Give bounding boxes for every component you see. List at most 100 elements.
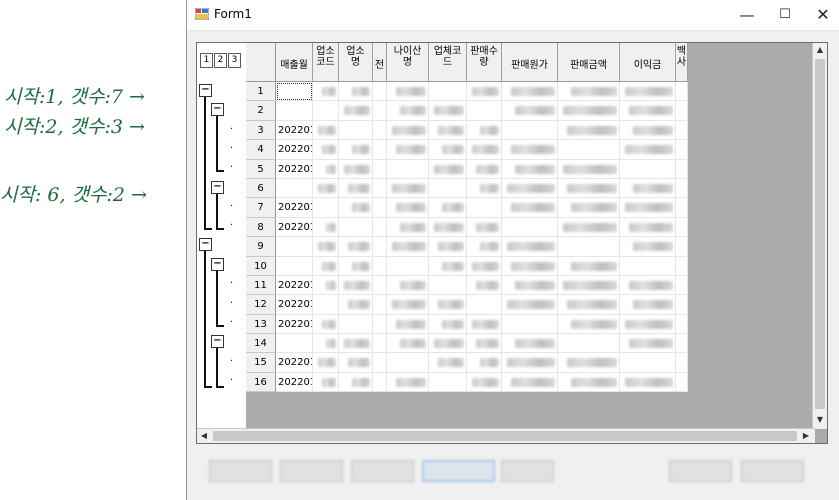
grid-cell[interactable] [558,275,620,296]
row-header[interactable]: 16 [246,372,276,393]
grid-cell[interactable] [313,82,339,102]
month-cell[interactable]: 202201 [276,353,313,373]
grid-cell[interactable] [339,159,373,179]
grid-cell[interactable] [558,237,620,257]
grid-cell[interactable] [313,275,339,296]
grid-cell[interactable] [676,101,688,121]
month-cell[interactable] [276,101,313,121]
grid-cell[interactable] [467,353,502,373]
row-header[interactable]: 4 [246,140,276,160]
grid-cell[interactable] [558,372,620,393]
grid-cell[interactable] [339,372,373,393]
month-cell[interactable]: 202201 [276,275,313,296]
grid-cell[interactable] [558,314,620,335]
grid-cell[interactable] [313,295,339,315]
grid-cell[interactable] [676,120,688,141]
grid-cell[interactable] [676,334,688,354]
grid-cell[interactable] [429,217,467,238]
grid-cell[interactable] [502,140,558,160]
month-cell[interactable] [276,334,313,354]
month-cell[interactable]: 202201 [276,372,313,393]
grid-cell[interactable] [429,82,467,102]
grid-cell[interactable] [387,120,429,141]
grid-cell[interactable] [620,120,676,141]
grid-cell[interactable] [467,217,502,238]
data-grid[interactable]: 1 2 3 − − · · · − · · − − · · · − · · 매출… [196,42,828,444]
column-header[interactable]: 판매수 량 [467,43,502,82]
grid-cell[interactable] [558,178,620,199]
month-cell[interactable]: 202201 [276,314,313,335]
grid-cell[interactable] [339,101,373,121]
scroll-left-icon[interactable]: ◀ [197,429,211,443]
grid-cell[interactable] [467,120,502,141]
grid-cell[interactable] [676,82,688,102]
grid-cell[interactable] [339,334,373,354]
grid-cell[interactable] [313,178,339,199]
minimize-button[interactable]: — [727,0,767,30]
collapse-button[interactable]: − [211,335,224,348]
action-button[interactable] [209,460,272,482]
grid-cell[interactable] [373,372,387,393]
grid-cell[interactable] [313,217,339,238]
grid-cell[interactable] [620,314,676,335]
grid-cell[interactable] [676,237,688,257]
grid-cell[interactable] [558,334,620,354]
grid-cell[interactable] [558,217,620,238]
row-header[interactable]: 12 [246,295,276,315]
grid-cell[interactable] [467,178,502,199]
grid-cell[interactable] [387,140,429,160]
grid-cell[interactable] [387,178,429,199]
table-row[interactable]: 10 [246,256,688,276]
grid-cell[interactable] [676,140,688,160]
month-cell[interactable]: 202201 [276,120,313,141]
action-button[interactable] [669,460,732,482]
scroll-up-icon[interactable]: ▲ [813,43,827,57]
table-row[interactable]: 11 202201 [246,275,688,296]
grid-cell[interactable] [467,295,502,315]
grid-cell[interactable] [502,314,558,335]
table-row[interactable]: 13 202201 [246,314,688,335]
grid-cell[interactable] [339,237,373,257]
grid-cell[interactable] [620,334,676,354]
grid-cell[interactable] [373,275,387,296]
level-button-2[interactable]: 2 [214,53,227,68]
grid-cell[interactable] [502,217,558,238]
grid-cell[interactable] [313,120,339,141]
row-header[interactable]: 1 [246,82,276,102]
collapse-button[interactable]: − [199,84,212,97]
grid-cell[interactable] [620,178,676,199]
grid-cell[interactable] [429,198,467,218]
grid-cell[interactable] [620,159,676,179]
grid-cell[interactable] [373,353,387,373]
grid-cell[interactable] [467,101,502,121]
grid-cell[interactable] [373,198,387,218]
grid-cell[interactable] [467,159,502,179]
grid-cell[interactable] [339,140,373,160]
grid-cell[interactable] [429,237,467,257]
scroll-right-icon[interactable]: ▶ [799,429,813,443]
column-header[interactable]: 매출월 [276,43,313,82]
month-cell[interactable]: 202201 [276,140,313,160]
column-header[interactable]: 백사 [676,43,688,82]
row-header[interactable]: 2 [246,101,276,121]
row-header[interactable]: 15 [246,353,276,373]
grid-cell[interactable] [467,334,502,354]
grid-cell[interactable] [313,256,339,276]
grid-cell[interactable] [620,217,676,238]
grid-cell[interactable] [339,120,373,141]
grid-cell[interactable] [313,198,339,218]
collapse-button[interactable]: − [211,181,224,194]
grid-cell[interactable] [676,314,688,335]
grid-cell[interactable] [558,353,620,373]
table-row[interactable]: 4 202201 [246,140,688,160]
grid-cell[interactable] [387,314,429,335]
grid-cell[interactable] [676,353,688,373]
grid-cell[interactable] [467,82,502,102]
row-header[interactable]: 13 [246,314,276,335]
collapse-button[interactable]: − [199,238,212,251]
close-button[interactable]: ✕ [803,0,839,30]
grid-cell[interactable] [467,198,502,218]
column-header[interactable]: 업소 명 [339,43,373,82]
grid-cell[interactable] [502,256,558,276]
grid-cell[interactable] [620,256,676,276]
